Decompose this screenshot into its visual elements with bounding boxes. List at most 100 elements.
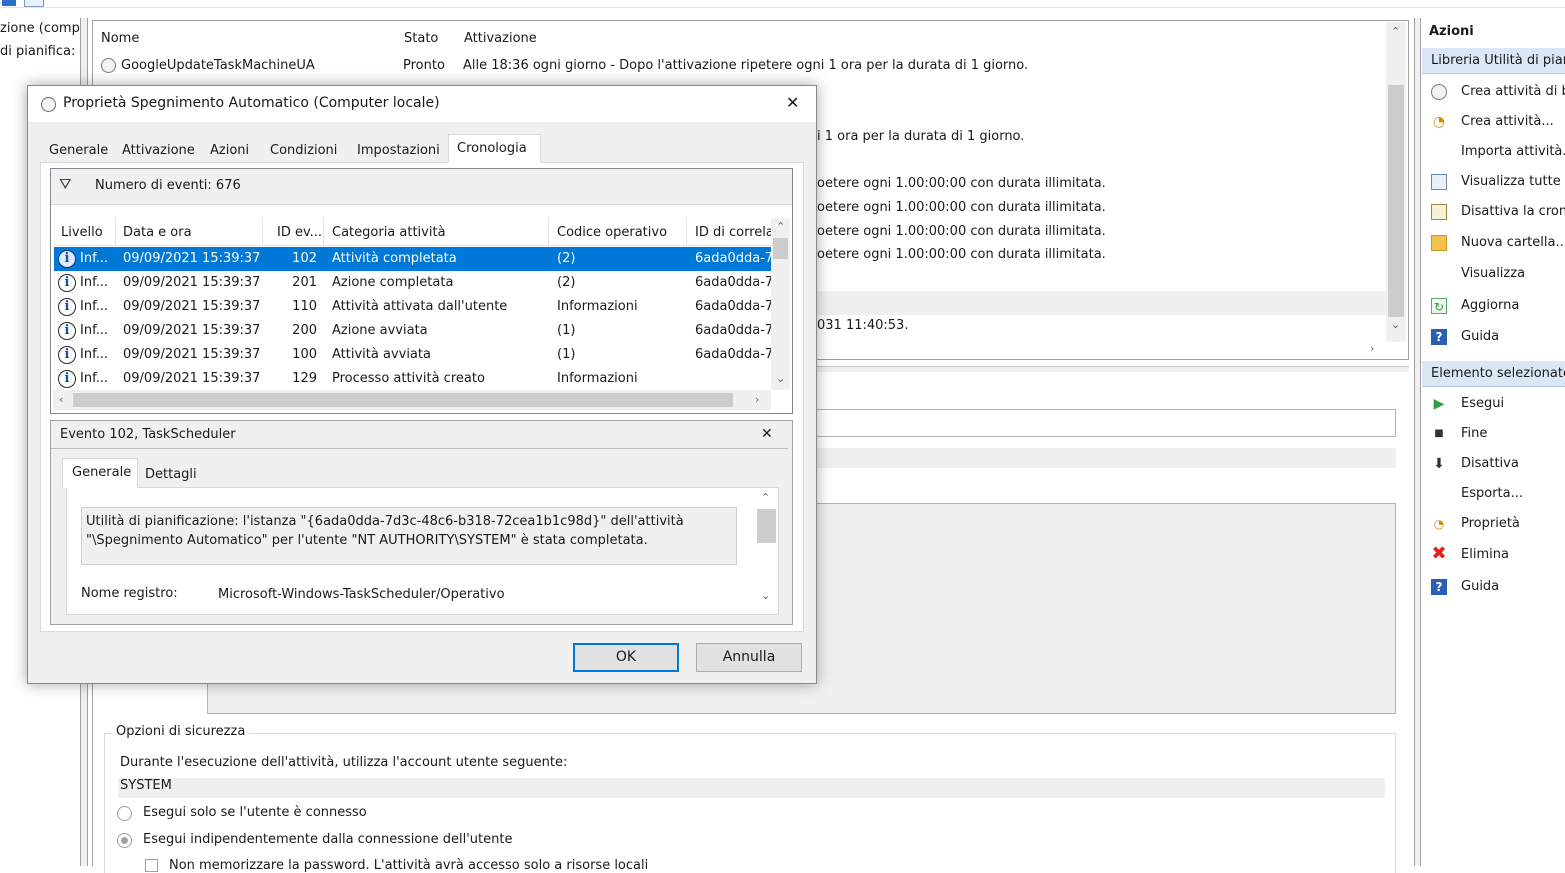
- cancel-button[interactable]: Annulla: [696, 643, 802, 672]
- column-separator[interactable]: [548, 218, 549, 246]
- help-icon: ?: [1431, 579, 1447, 595]
- scroll-up-icon[interactable]: ⌃: [761, 491, 770, 504]
- security-group-label: Opzioni di sicurezza: [112, 724, 250, 739]
- radio-run-any[interactable]: [117, 833, 132, 848]
- action-create-task[interactable]: Crea attività...: [1461, 114, 1565, 129]
- action-disable[interactable]: Disattiva: [1461, 456, 1565, 471]
- column-state[interactable]: Stato: [404, 31, 438, 46]
- scroll-right-icon[interactable]: ›: [755, 393, 759, 406]
- task-list-hscrollbar[interactable]: [814, 340, 1386, 358]
- actions-title: Azioni: [1429, 24, 1474, 39]
- event-datetime: 09/09/2021 15:39:37: [123, 299, 261, 314]
- scroll-down-icon[interactable]: ⌄: [776, 372, 785, 385]
- tab-triggers[interactable]: Attivazione: [122, 143, 195, 158]
- tab-actions[interactable]: Azioni: [210, 143, 249, 158]
- display-all-tasks-icon: [1431, 174, 1447, 190]
- event-row[interactable]: i Inf... 09/09/2021 15:39:37 110 Attività at…: [54, 295, 771, 319]
- event-category: Azione avviata: [332, 323, 428, 338]
- scroll-up-icon[interactable]: ⌃: [1391, 25, 1400, 38]
- event-level: Inf...: [80, 371, 109, 386]
- log-name-value: Microsoft-Windows-TaskScheduler/Operativ…: [218, 587, 505, 602]
- column-event-id[interactable]: ID ev...: [277, 225, 321, 240]
- action-import-task[interactable]: Importa attività...: [1461, 144, 1565, 159]
- action-create-basic-task[interactable]: Crea attività di base...: [1461, 84, 1565, 99]
- info-icon: i: [58, 322, 76, 340]
- task-trigger-fragment: oetere ogni 1.00:00:00 con durata illimi…: [817, 176, 1106, 191]
- event-category: Attività completata: [332, 251, 457, 266]
- action-disable-history[interactable]: Disattiva la cronologia di tutte le atti…: [1461, 204, 1565, 219]
- toolbar-view-icon[interactable]: [24, 0, 44, 7]
- task-name: GoogleUpdateTaskMachineUA: [121, 58, 315, 73]
- detail-vscroll-thumb[interactable]: [757, 509, 776, 543]
- event-id: 102: [292, 251, 317, 266]
- event-row[interactable]: i Inf... 09/09/2021 15:39:37 200 Azione avvi…: [54, 319, 771, 343]
- event-row[interactable]: i Inf... 09/09/2021 15:39:37 100 Attività av…: [54, 343, 771, 367]
- event-grid-vscroll-thumb[interactable]: [773, 238, 788, 259]
- event-grid-hscroll-thumb[interactable]: [73, 393, 733, 407]
- task-state: Pronto: [403, 58, 445, 73]
- detail-tab-details[interactable]: Dettagli: [145, 467, 197, 482]
- column-date[interactable]: Data e ora: [123, 225, 192, 240]
- tab-conditions[interactable]: Condizioni: [270, 143, 337, 158]
- delete-icon: ✖: [1431, 543, 1447, 564]
- event-row[interactable]: i Inf... 09/09/2021 15:39:37 201 Azione comp…: [54, 271, 771, 295]
- tree-item-library[interactable]: di pianifica:: [0, 44, 80, 59]
- toolbar-help-icon[interactable]: [2, 0, 16, 6]
- event-id: 201: [292, 275, 317, 290]
- detail-close-icon[interactable]: ✕: [761, 426, 773, 442]
- column-separator[interactable]: [262, 218, 263, 246]
- action-export[interactable]: Esporta...: [1461, 486, 1565, 501]
- column-separator[interactable]: [323, 218, 324, 246]
- event-row[interactable]: i Inf... 09/09/2021 15:39:37 102 Attività co…: [54, 247, 771, 271]
- column-separator[interactable]: [115, 218, 116, 246]
- column-correlation[interactable]: ID di correlazione: [695, 225, 771, 240]
- filter-funnel-icon[interactable]: ⛛: [59, 175, 72, 193]
- action-display-running[interactable]: Visualizza tutte le attività in esecuzio…: [1461, 174, 1565, 189]
- scroll-up-icon[interactable]: ⌃: [776, 220, 785, 233]
- tab-history[interactable]: Cronologia: [457, 141, 527, 156]
- action-view[interactable]: Visualizza: [1461, 266, 1565, 281]
- action-help[interactable]: Guida: [1461, 329, 1565, 344]
- scroll-down-icon[interactable]: ⌄: [761, 589, 770, 602]
- scroll-down-icon[interactable]: ⌄: [1391, 318, 1400, 331]
- task-list-vscroll-thumb[interactable]: [1388, 85, 1404, 317]
- event-level: Inf...: [80, 251, 109, 266]
- column-category[interactable]: Categoria attività: [332, 225, 446, 240]
- event-datetime: 09/09/2021 15:39:37: [123, 347, 261, 362]
- task-row-highlight[interactable]: [814, 291, 1386, 315]
- action-properties[interactable]: Proprietà: [1461, 516, 1565, 531]
- event-opcode: (1): [557, 347, 576, 362]
- event-datetime: 09/09/2021 15:39:37: [123, 275, 261, 290]
- detail-tab-general[interactable]: Generale: [72, 465, 131, 480]
- account-value: SYSTEM: [120, 778, 172, 793]
- event-level: Inf...: [80, 299, 109, 314]
- task-row[interactable]: GoogleUpdateTaskMachineUA Pronto Alle 18…: [100, 57, 1380, 77]
- security-options-group: [104, 733, 1396, 873]
- radio-run-logged-on[interactable]: [117, 806, 132, 821]
- column-opcode[interactable]: Codice operativo: [557, 225, 667, 240]
- action-refresh[interactable]: Aggiorna: [1461, 298, 1565, 313]
- action-run[interactable]: Esegui: [1461, 396, 1565, 411]
- column-name[interactable]: Nome: [101, 31, 139, 46]
- info-icon: i: [58, 250, 76, 268]
- action-help-selected[interactable]: Guida: [1461, 579, 1565, 594]
- ok-button[interactable]: OK: [573, 643, 679, 672]
- help-icon: ?: [1431, 329, 1447, 345]
- dialog-close-icon[interactable]: ✕: [786, 93, 799, 112]
- event-row[interactable]: i Inf... 09/09/2021 15:39:37 129 Processo at…: [54, 367, 771, 391]
- scroll-left-icon[interactable]: ‹: [59, 393, 63, 406]
- column-separator[interactable]: [686, 218, 687, 246]
- event-opcode: (2): [557, 251, 576, 266]
- tab-settings[interactable]: Impostazioni: [357, 143, 440, 158]
- action-delete[interactable]: Elimina: [1461, 547, 1565, 562]
- account-field: [118, 778, 1385, 798]
- column-trigger[interactable]: Attivazione: [464, 31, 537, 46]
- action-new-folder[interactable]: Nuova cartella...: [1461, 235, 1565, 250]
- action-end[interactable]: Fine: [1461, 426, 1565, 441]
- task-trigger-fragment: i 1 ora per la durata di 1 giorno.: [817, 129, 1025, 144]
- tree-item-scheduler-local[interactable]: zione (comp: [0, 21, 80, 36]
- tab-general[interactable]: Generale: [49, 143, 108, 158]
- scroll-right-icon[interactable]: ›: [1370, 342, 1374, 355]
- option-logged-on-label: Esegui solo se l'utente è connesso: [143, 805, 367, 820]
- column-level[interactable]: Livello: [61, 225, 103, 240]
